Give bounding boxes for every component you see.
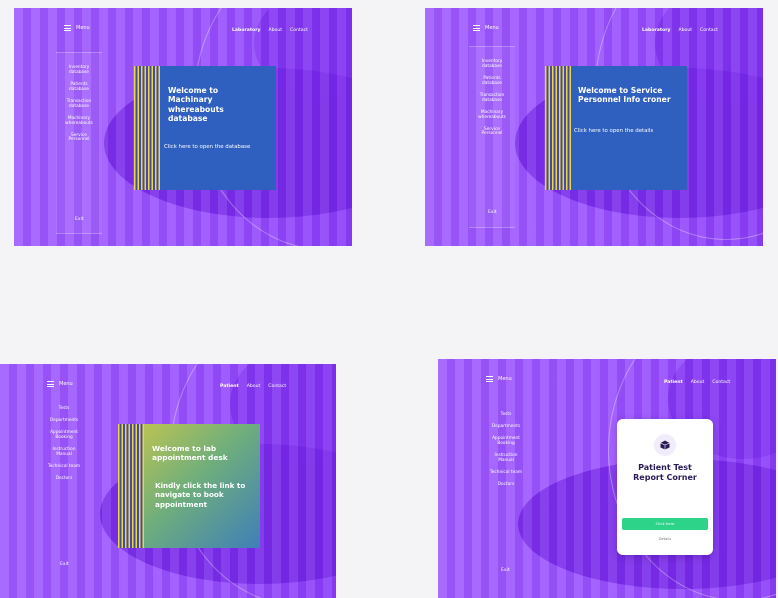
welcome-card: Welcome to Machinary whereabouts databas…: [134, 66, 276, 190]
details-link[interactable]: Details: [617, 537, 713, 541]
sidebar-item-departments[interactable]: Departments: [492, 424, 520, 430]
sidebar-item-machinary[interactable]: Machinary whereabouts: [62, 116, 96, 127]
top-nav: Laboratory About Contact: [232, 28, 308, 33]
welcome-card: Welcome to Service Personnel Info croner…: [545, 66, 687, 190]
exit-link[interactable]: Exit: [488, 210, 497, 215]
cube-logo-icon: [654, 434, 676, 456]
exit-link[interactable]: Exit: [75, 217, 84, 222]
sidebar-item-patients[interactable]: Patients database: [62, 82, 96, 93]
hamburger-icon: [473, 25, 480, 31]
report-title: Patient Test Report Corner: [633, 463, 697, 482]
sidebar-menu: Inventory database Patients database Tra…: [475, 59, 509, 138]
card-link[interactable]: Click here to open the details: [574, 128, 684, 134]
sidebar-item-transaction[interactable]: Transaction database: [62, 99, 96, 110]
menu-button[interactable]: Menu: [486, 376, 512, 382]
panel-service-personnel: Menu Laboratory About Contact Inventory …: [425, 8, 763, 246]
sidebar-item-appointment[interactable]: Appointment Booking: [489, 436, 523, 447]
card-link[interactable]: Kindly click the link to navigate to boo…: [155, 481, 247, 509]
card-stripes: [134, 66, 160, 190]
sidebar-item-technical[interactable]: Technical team: [490, 470, 522, 476]
menu-label: Menu: [59, 381, 73, 387]
hamburger-icon: [64, 25, 71, 31]
card-link[interactable]: Click here to open the database: [164, 144, 274, 150]
sidebar-item-service[interactable]: Service Personnel: [62, 133, 96, 144]
sidebar-menu: Tests Departments Appointment Booking In…: [489, 412, 523, 488]
exit-link[interactable]: Exit: [60, 562, 69, 567]
sidebar-item-inventory[interactable]: Inventory database: [62, 65, 96, 76]
menu-label: Menu: [498, 376, 512, 382]
nav-about[interactable]: About: [678, 28, 692, 33]
sidebar-item-appointment[interactable]: Appointment Booking: [47, 430, 81, 441]
nav-about[interactable]: About: [247, 384, 261, 389]
sidebar-item-instruction[interactable]: Instruction Manual: [47, 447, 81, 458]
sidebar-item-technical[interactable]: Technical team: [48, 464, 80, 470]
card-title: Welcome to lab appointment desk: [152, 444, 228, 463]
nav-patient[interactable]: Patient: [664, 380, 683, 385]
card-stripes: [545, 66, 571, 190]
nav-laboratory[interactable]: Laboratory: [232, 28, 260, 33]
sidebar-item-transaction[interactable]: Transaction database: [475, 93, 509, 104]
nav-about[interactable]: About: [268, 28, 282, 33]
nav-patient[interactable]: Patient: [220, 384, 239, 389]
top-nav: Laboratory About Contact: [642, 28, 718, 33]
nav-contact[interactable]: Contact: [712, 380, 730, 385]
panel-appointment: Menu Patient About Contact Tests Departm…: [0, 364, 336, 598]
sidebar-item-doctors[interactable]: Doctors: [56, 476, 73, 482]
exit-link[interactable]: Exit: [501, 568, 510, 573]
panel-machinary: Menu Laboratory About Contact Inventory …: [14, 8, 352, 246]
sidebar-item-inventory[interactable]: Inventory database: [475, 59, 509, 70]
top-nav: Patient About Contact: [664, 380, 730, 385]
report-card: Patient Test Report Corner Click here De…: [617, 419, 713, 555]
menu-button[interactable]: Menu: [47, 381, 73, 387]
sidebar-menu: Tests Departments Appointment Booking In…: [47, 406, 81, 482]
card-stripes: [118, 424, 144, 548]
top-nav: Patient About Contact: [220, 384, 286, 389]
card-title: Welcome to Machinary whereabouts databas…: [168, 86, 224, 124]
card-title: Welcome to Service Personnel Info croner: [578, 86, 671, 105]
sidebar-item-tests[interactable]: Tests: [501, 412, 512, 418]
sidebar-item-machinary[interactable]: Machinary whereabouts: [475, 110, 509, 121]
sidebar-item-patients[interactable]: Patients database: [475, 76, 509, 87]
nav-about[interactable]: About: [691, 380, 705, 385]
menu-button[interactable]: Menu: [473, 25, 499, 31]
sidebar-item-doctors[interactable]: Doctors: [498, 482, 515, 488]
click-here-button[interactable]: Click here: [622, 518, 708, 530]
sidebar-item-instruction[interactable]: Instruction Manual: [489, 453, 523, 464]
sidebar-item-service[interactable]: Service Personnel: [475, 127, 509, 138]
sidebar-item-departments[interactable]: Departments: [50, 418, 78, 424]
hamburger-icon: [486, 376, 493, 382]
sidebar-item-tests[interactable]: Tests: [59, 406, 70, 412]
nav-contact[interactable]: Contact: [290, 28, 308, 33]
sidebar-menu: Inventory database Patients database Tra…: [62, 65, 96, 144]
nav-contact[interactable]: Contact: [700, 28, 718, 33]
menu-label: Menu: [485, 25, 499, 31]
menu-label: Menu: [76, 25, 90, 31]
nav-laboratory[interactable]: Laboratory: [642, 28, 670, 33]
menu-button[interactable]: Menu: [64, 25, 90, 31]
hamburger-icon: [47, 381, 54, 387]
welcome-card: Welcome to lab appointment desk Kindly c…: [118, 424, 260, 548]
panel-test-report: Menu Patient About Contact Tests Departm…: [438, 359, 776, 598]
nav-contact[interactable]: Contact: [268, 384, 286, 389]
